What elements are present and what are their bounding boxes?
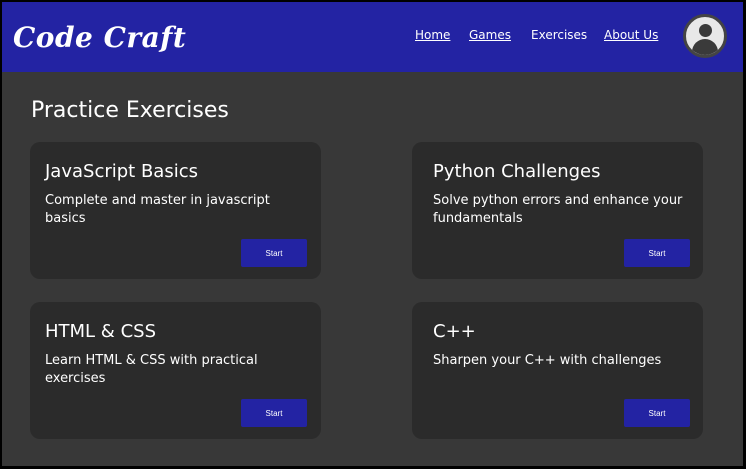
- exercise-card-python: Python Challenges Solve python errors an…: [412, 142, 703, 279]
- start-button[interactable]: Start: [624, 399, 690, 427]
- card-title: Python Challenges: [433, 161, 601, 182]
- card-description: Solve python errors and enhance your fun…: [433, 193, 683, 226]
- logo[interactable]: Code Craft: [13, 21, 186, 54]
- card-title: JavaScript Basics: [45, 161, 198, 182]
- card-description: Learn HTML & CSS with practical exercise…: [45, 353, 258, 386]
- header-bar: Code Craft Home Games Exercises About Us: [2, 2, 743, 72]
- card-title: C++: [433, 321, 476, 342]
- exercise-card-cpp: C++ Sharpen your C++ with challenges Sta…: [412, 302, 703, 439]
- card-description: Complete and master in javascript basics: [45, 193, 270, 226]
- exercise-card-javascript: JavaScript Basics Complete and master in…: [30, 142, 321, 279]
- avatar-body: [692, 39, 718, 55]
- start-button[interactable]: Start: [241, 399, 307, 427]
- nav-exercises-link[interactable]: Exercises: [531, 28, 587, 42]
- exercise-card-html-css: HTML & CSS Learn HTML & CSS with practic…: [30, 302, 321, 439]
- app-frame: Code Craft Home Games Exercises About Us…: [2, 2, 743, 466]
- card-description: Sharpen your C++ with challenges: [433, 353, 662, 368]
- page-title: Practice Exercises: [31, 98, 229, 123]
- start-button[interactable]: Start: [624, 239, 690, 267]
- avatar-head: [699, 24, 712, 37]
- nav-home-link[interactable]: Home: [415, 28, 450, 42]
- nav-games-link[interactable]: Games: [469, 28, 511, 42]
- start-button[interactable]: Start: [241, 239, 307, 267]
- card-title: HTML & CSS: [45, 321, 156, 342]
- nav-about-link[interactable]: About Us: [604, 28, 658, 42]
- user-avatar-icon[interactable]: [683, 14, 727, 58]
